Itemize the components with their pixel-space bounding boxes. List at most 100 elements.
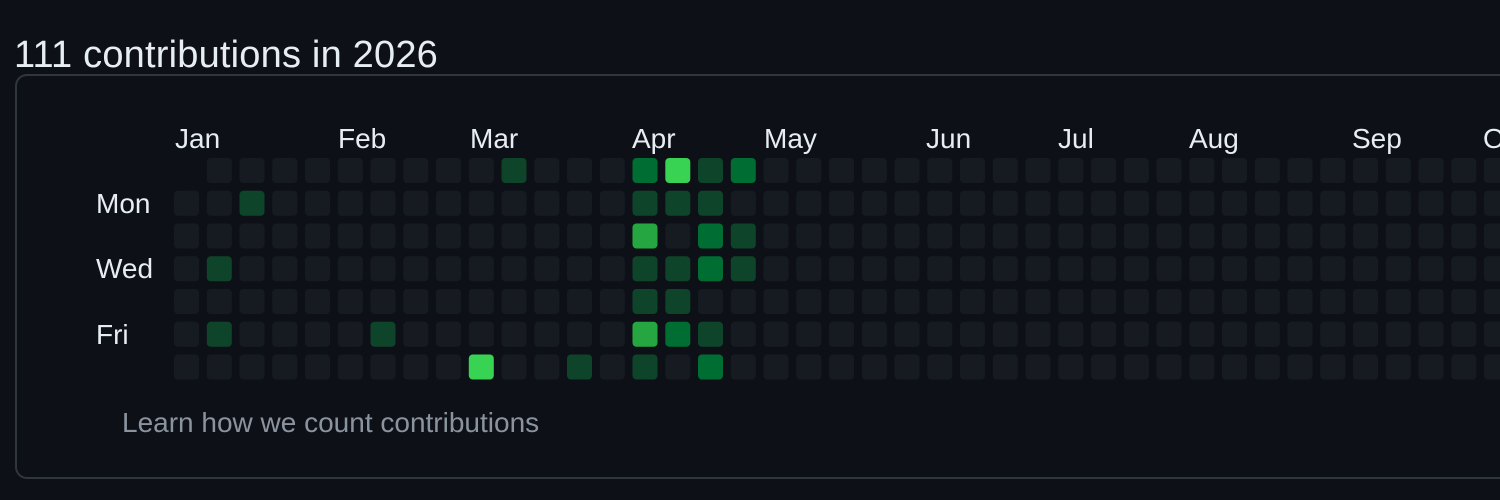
contribution-day-cell[interactable] [1287,289,1313,314]
contribution-day-cell[interactable] [1320,321,1346,347]
contribution-day-cell[interactable] [698,256,723,282]
contribution-day-cell[interactable] [1091,158,1116,183]
contribution-day-cell[interactable] [1484,158,1500,183]
contribution-day-cell[interactable] [1123,354,1149,380]
contribution-day-cell[interactable] [567,321,592,347]
contribution-day-cell[interactable] [1189,190,1215,216]
contribution-day-cell[interactable] [1189,354,1215,380]
contribution-day-cell[interactable] [1025,223,1051,249]
contribution-day-cell[interactable] [534,289,560,314]
contribution-day-cell[interactable] [829,158,854,183]
contribution-day-cell[interactable] [763,223,789,249]
contribution-day-cell[interactable] [272,256,298,282]
contribution-day-cell[interactable] [960,190,985,216]
contribution-day-cell[interactable] [174,223,199,249]
contribution-day-cell[interactable] [1385,321,1411,347]
contribution-day-cell[interactable] [632,321,658,347]
contribution-day-cell[interactable] [1091,190,1116,216]
contribution-day-cell[interactable] [632,256,658,282]
contribution-day-cell[interactable] [1484,354,1500,380]
contribution-day-cell[interactable] [567,256,592,282]
contribution-day-cell[interactable] [1353,158,1378,183]
contribution-day-cell[interactable] [567,223,592,249]
contribution-day-cell[interactable] [501,158,527,183]
contribution-day-cell[interactable] [1287,354,1313,380]
contribution-day-cell[interactable] [174,289,199,314]
contribution-day-cell[interactable] [239,223,265,249]
contribution-day-cell[interactable] [1385,158,1411,183]
contribution-day-cell[interactable] [272,223,298,249]
contribution-day-cell[interactable] [599,190,625,216]
contribution-day-cell[interactable] [1156,158,1182,183]
learn-how-we-count-link[interactable]: Learn how we count contributions [122,405,539,441]
contribution-day-cell[interactable] [206,158,232,183]
contribution-day-cell[interactable] [1025,256,1051,282]
contribution-day-cell[interactable] [698,289,723,314]
contribution-day-cell[interactable] [894,190,920,216]
contribution-day-cell[interactable] [1287,223,1313,249]
contribution-day-cell[interactable] [1254,354,1280,380]
contribution-day-cell[interactable] [927,223,953,249]
contribution-day-cell[interactable] [1320,158,1346,183]
contribution-day-cell[interactable] [632,354,658,380]
contribution-day-cell[interactable] [1058,321,1084,347]
contribution-day-cell[interactable] [698,321,723,347]
contribution-day-cell[interactable] [567,190,592,216]
contribution-day-cell[interactable] [861,289,887,314]
contribution-day-cell[interactable] [730,289,756,314]
contribution-day-cell[interactable] [992,158,1018,183]
contribution-day-cell[interactable] [1254,190,1280,216]
contribution-day-cell[interactable] [436,354,461,380]
contribution-day-cell[interactable] [730,354,756,380]
contribution-day-cell[interactable] [1222,190,1247,216]
contribution-day-cell[interactable] [239,158,265,183]
contribution-day-cell[interactable] [829,256,854,282]
contribution-day-cell[interactable] [960,354,985,380]
contribution-day-cell[interactable] [1287,321,1313,347]
contribution-day-cell[interactable] [206,321,232,347]
contribution-day-cell[interactable] [632,190,658,216]
contribution-day-cell[interactable] [239,289,265,314]
contribution-day-cell[interactable] [1058,158,1084,183]
contribution-day-cell[interactable] [403,158,429,183]
contribution-day-cell[interactable] [1222,223,1247,249]
contribution-day-cell[interactable] [861,158,887,183]
contribution-day-cell[interactable] [305,289,330,314]
contribution-day-cell[interactable] [272,354,298,380]
contribution-day-cell[interactable] [1451,289,1477,314]
contribution-day-cell[interactable] [1385,223,1411,249]
contribution-day-cell[interactable] [305,321,330,347]
contribution-day-cell[interactable] [861,223,887,249]
contribution-day-cell[interactable] [1254,158,1280,183]
contribution-day-cell[interactable] [1222,158,1247,183]
contribution-day-cell[interactable] [1058,190,1084,216]
contribution-day-cell[interactable] [861,190,887,216]
contribution-day-cell[interactable] [861,321,887,347]
contribution-day-cell[interactable] [1156,321,1182,347]
contribution-day-cell[interactable] [1156,190,1182,216]
contribution-day-cell[interactable] [370,158,396,183]
contribution-day-cell[interactable] [1189,256,1215,282]
contribution-day-cell[interactable] [894,256,920,282]
contribution-day-cell[interactable] [1189,158,1215,183]
contribution-day-cell[interactable] [665,354,691,380]
contribution-day-cell[interactable] [206,190,232,216]
contribution-day-cell[interactable] [468,256,494,282]
contribution-day-cell[interactable] [698,354,723,380]
contribution-day-cell[interactable] [305,158,330,183]
contribution-day-cell[interactable] [796,289,822,314]
contribution-day-cell[interactable] [599,289,625,314]
contribution-day-cell[interactable] [1320,190,1346,216]
contribution-day-cell[interactable] [403,256,429,282]
contribution-day-cell[interactable] [436,158,461,183]
contribution-day-cell[interactable] [403,190,429,216]
contribution-day-cell[interactable] [403,321,429,347]
contribution-day-cell[interactable] [1058,223,1084,249]
contribution-day-cell[interactable] [1451,321,1477,347]
contribution-day-cell[interactable] [1353,289,1378,314]
contribution-day-cell[interactable] [501,354,527,380]
contribution-day-cell[interactable] [501,321,527,347]
contribution-day-cell[interactable] [1189,223,1215,249]
contribution-day-cell[interactable] [567,158,592,183]
contribution-day-cell[interactable] [1156,354,1182,380]
